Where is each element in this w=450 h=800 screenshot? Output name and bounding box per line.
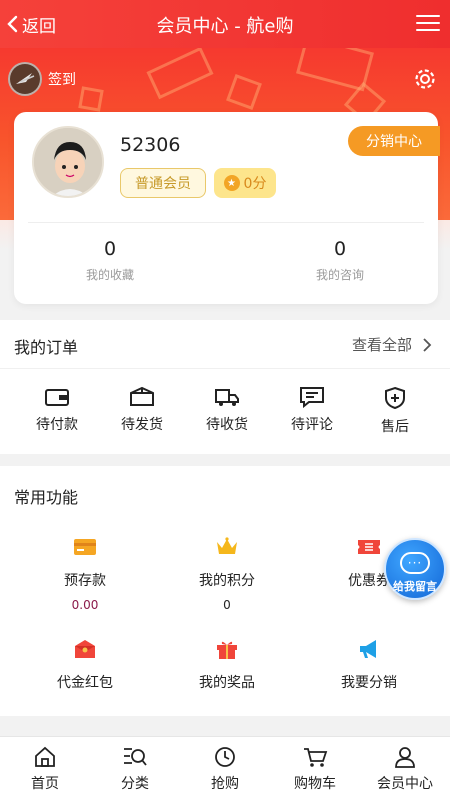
home-icon — [35, 746, 55, 767]
consultations-count: 0 — [333, 238, 347, 260]
avatar[interactable] — [32, 126, 104, 198]
function-my-points[interactable]: 我的积分 0 — [152, 536, 302, 612]
bottom-nav: 首页 分类 抢购 购物车 会员中心 — [0, 736, 450, 800]
tab-category[interactable]: 分类 — [90, 745, 180, 793]
red-envelope-icon — [75, 640, 95, 658]
chevron-right-icon — [423, 337, 432, 352]
star-coin-icon: ★ — [223, 175, 240, 191]
signin-label: 签到 — [48, 72, 76, 88]
tab-home[interactable]: 首页 — [0, 745, 90, 793]
tab-label: 首页 — [31, 776, 59, 792]
order-pending-payment[interactable]: 待付款 — [22, 386, 92, 434]
distribution-center-button[interactable]: 分销中心 — [348, 126, 440, 156]
chat-bubble-icon: ··· — [400, 552, 430, 574]
gear-icon[interactable] — [412, 66, 438, 92]
order-label: 待评论 — [291, 417, 333, 433]
tab-label: 分类 — [121, 776, 149, 792]
tab-label: 会员中心 — [377, 776, 433, 792]
function-voucher-envelope[interactable]: 代金红包 — [10, 638, 160, 692]
favorites-count: 0 — [103, 238, 117, 260]
functions-title: 常用功能 — [14, 488, 79, 507]
function-prepaid-deposit[interactable]: 预存款 0.00 — [10, 536, 160, 612]
view-all-orders-link[interactable]: 查看全部 — [352, 334, 436, 355]
page-title: 会员中心 - 航e购 — [156, 16, 294, 37]
tab-label: 购物车 — [294, 776, 336, 792]
consultations-stat[interactable]: 0 我的咨询 — [260, 238, 420, 283]
username: 52306 — [120, 134, 181, 156]
divider — [28, 222, 424, 223]
order-pending-review[interactable]: 待评论 — [277, 386, 347, 434]
clock-icon — [215, 747, 235, 767]
favorites-stat[interactable]: 0 我的收藏 — [30, 238, 190, 283]
leave-message-button[interactable]: ··· 给我留言 — [384, 538, 446, 600]
deposit-value: 0.00 — [71, 598, 99, 612]
points-value: 0 — [223, 598, 231, 612]
crown-icon — [217, 537, 237, 554]
function-label: 预存款 — [64, 573, 106, 589]
order-after-sales[interactable]: 售后 — [360, 386, 430, 436]
order-label: 售后 — [381, 419, 409, 435]
common-functions-section: 常用功能 预存款 0.00 我的积分 0 优惠券 代金红包 我的奖品 我要分销 — [0, 466, 450, 716]
coupon-icon — [358, 540, 380, 554]
order-label: 待付款 — [36, 417, 78, 433]
tab-label: 抢购 — [211, 776, 239, 792]
points-badge[interactable]: ★ 0分 — [214, 168, 276, 198]
signin-avatar-icon — [8, 62, 42, 96]
function-distribute[interactable]: 我要分销 — [294, 638, 444, 692]
box-icon — [130, 386, 154, 406]
tab-member-center[interactable]: 会员中心 — [360, 745, 450, 793]
member-level-badge: 普通会员 — [120, 168, 206, 198]
function-label: 我的积分 — [199, 573, 255, 589]
comment-icon — [300, 387, 324, 408]
gift-icon — [217, 641, 237, 659]
order-pending-receipt[interactable]: 待收货 — [192, 386, 262, 434]
points-value: 0分 — [243, 176, 267, 192]
wallet-icon — [45, 389, 69, 406]
function-label: 我的奖品 — [199, 675, 255, 691]
function-label: 代金红包 — [57, 675, 113, 691]
truck-icon — [215, 389, 239, 406]
user-card: 52306 普通会员 ★ 0分 分销中心 0 我的收藏 0 我的咨询 — [14, 112, 440, 304]
function-label: 我要分销 — [341, 675, 397, 691]
top-bar: 返回 会员中心 - 航e购 — [0, 0, 450, 48]
megaphone-icon — [360, 640, 376, 658]
order-label: 待收货 — [206, 417, 248, 433]
consultations-label: 我的咨询 — [315, 268, 364, 282]
view-all-label: 查看全部 — [351, 336, 412, 354]
cart-icon — [304, 748, 328, 767]
card-icon — [74, 539, 96, 555]
orders-section: 我的订单 查看全部 待付款 待发货 待收货 待评论 售后 — [0, 320, 450, 454]
order-pending-shipment[interactable]: 待发货 — [107, 386, 177, 434]
tab-cart[interactable]: 购物车 — [270, 745, 360, 793]
user-icon — [395, 747, 415, 768]
signin-button[interactable]: 签到 — [8, 62, 76, 96]
category-search-icon — [124, 748, 147, 766]
tab-flash-sale[interactable]: 抢购 — [180, 745, 270, 793]
orders-title: 我的订单 — [14, 338, 79, 357]
leave-message-label: 给我留言 — [393, 580, 437, 593]
shield-plus-icon — [385, 386, 405, 410]
menu-icon[interactable] — [416, 12, 440, 34]
function-my-prizes[interactable]: 我的奖品 — [152, 638, 302, 692]
favorites-label: 我的收藏 — [85, 268, 134, 282]
order-label: 待发货 — [121, 417, 163, 433]
